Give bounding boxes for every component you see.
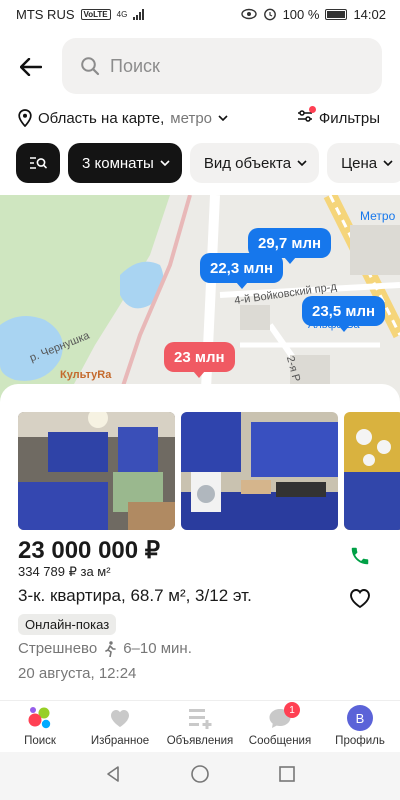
listing-photo[interactable] bbox=[18, 412, 175, 530]
chip-price[interactable]: Цена bbox=[327, 143, 400, 183]
metro-station: Стрешнево bbox=[18, 640, 98, 657]
nav-search[interactable]: Поиск bbox=[0, 705, 80, 747]
nav-favorites[interactable]: Избранное bbox=[80, 705, 160, 747]
list-view-button[interactable] bbox=[16, 143, 60, 183]
phone-icon bbox=[351, 547, 369, 565]
filter-chips: 3 комнаты Вид объекта Цена bbox=[16, 143, 400, 183]
listing-title[interactable]: 3-к. квартира, 68.7 м², 3/12 эт. bbox=[18, 586, 252, 606]
listing-price-per-m2: 334 789 ₽ за м² bbox=[18, 564, 111, 579]
filters-button[interactable]: Фильтры bbox=[297, 106, 380, 127]
avatar: В bbox=[347, 705, 373, 731]
map-price-pin[interactable]: 23,5 млн bbox=[302, 296, 386, 332]
back-button[interactable] bbox=[14, 52, 48, 82]
listing-date: 20 августа, 12:24 bbox=[18, 665, 137, 682]
photo-carousel[interactable] bbox=[18, 412, 400, 530]
system-home-icon[interactable] bbox=[190, 764, 210, 789]
nav-listings[interactable]: Объявления bbox=[160, 705, 240, 747]
system-back-icon[interactable] bbox=[104, 765, 122, 788]
filters-icon bbox=[297, 106, 316, 127]
volte-badge: VoLTE bbox=[80, 8, 111, 20]
location-selector[interactable]: Область на карте, метро bbox=[18, 109, 228, 127]
chevron-down-icon bbox=[160, 160, 170, 166]
network-type: 4G bbox=[116, 9, 128, 19]
search-icon bbox=[81, 57, 100, 76]
walking-icon bbox=[105, 640, 117, 657]
search-box[interactable] bbox=[62, 38, 382, 94]
status-bar: MTS RUS VoLTE 4G 100 % 14:02 bbox=[0, 0, 400, 28]
list-search-icon bbox=[30, 157, 47, 169]
nav-profile-label: Профиль bbox=[335, 735, 385, 747]
search-header bbox=[0, 38, 400, 96]
chat-icon: 1 bbox=[266, 702, 300, 731]
battery-icon bbox=[325, 8, 348, 20]
map-metro-label: Метро bbox=[360, 209, 396, 223]
arrow-left-icon bbox=[20, 58, 42, 76]
listing-photo[interactable] bbox=[344, 412, 400, 530]
chevron-down-icon bbox=[383, 160, 393, 166]
add-listing-icon bbox=[186, 705, 214, 731]
nav-profile[interactable]: В Профиль bbox=[320, 705, 400, 747]
walk-time: 6–10 мин. bbox=[123, 640, 192, 657]
chip-object-type[interactable]: Вид объекта bbox=[189, 143, 320, 183]
call-button[interactable] bbox=[344, 540, 376, 572]
nav-favorites-label: Избранное bbox=[90, 735, 150, 747]
heart-icon bbox=[106, 705, 134, 731]
bottom-navigation: Поиск Избранное Объявления 1 Сообщения В… bbox=[0, 700, 400, 752]
chevron-down-icon bbox=[218, 115, 228, 121]
map-price-pin[interactable]: 22,3 млн bbox=[200, 253, 284, 289]
messages-badge: 1 bbox=[284, 702, 300, 718]
nav-listings-label: Объявления bbox=[166, 735, 234, 747]
eye-icon bbox=[240, 8, 257, 20]
chip-rooms-label: 3 комнаты bbox=[82, 154, 154, 172]
nav-messages[interactable]: 1 Сообщения bbox=[240, 702, 320, 747]
location-pin-icon bbox=[18, 109, 32, 127]
map-price-pin-selected[interactable]: 23 млн bbox=[164, 342, 235, 378]
map-view[interactable]: Метро 4-й Войковский пр-д р. Чернушка Ку… bbox=[0, 195, 400, 410]
chip-object-type-label: Вид объекта bbox=[203, 154, 292, 172]
location-label: Область на карте, bbox=[38, 109, 165, 127]
location-row: Область на карте, метро Фильтры bbox=[0, 104, 400, 132]
search-input[interactable] bbox=[110, 55, 350, 77]
nav-search-label: Поиск bbox=[24, 735, 56, 747]
avito-logo-icon bbox=[26, 705, 54, 731]
map-place-label: КультуRa bbox=[60, 369, 112, 381]
filters-active-dot bbox=[308, 106, 316, 113]
status-right: 100 % 14:02 bbox=[240, 6, 386, 22]
system-recents-icon[interactable] bbox=[278, 765, 296, 788]
listing-photo[interactable] bbox=[181, 412, 338, 530]
carrier-name: MTS RUS bbox=[16, 6, 75, 22]
favorite-button[interactable] bbox=[344, 582, 376, 614]
chip-price-label: Цена bbox=[341, 154, 378, 172]
signal-icon bbox=[133, 8, 145, 20]
online-viewing-badge: Онлайн-показ bbox=[18, 614, 117, 635]
alarm-icon bbox=[263, 8, 276, 21]
heart-icon bbox=[350, 589, 370, 609]
profile-avatar-wrap: В bbox=[346, 705, 374, 731]
nav-messages-label: Сообщения bbox=[248, 735, 312, 747]
listing-card[interactable]: 23 000 000 ₽ 334 789 ₽ за м² 3-к. кварти… bbox=[0, 384, 400, 700]
battery-percent: 100 % bbox=[282, 6, 320, 22]
status-left: MTS RUS VoLTE 4G bbox=[16, 6, 145, 22]
listing-metro: Стрешнево 6–10 мин. bbox=[18, 640, 192, 657]
filters-label: Фильтры bbox=[318, 109, 380, 127]
clock: 14:02 bbox=[353, 6, 386, 22]
chip-rooms[interactable]: 3 комнаты bbox=[68, 143, 182, 183]
chevron-down-icon bbox=[297, 160, 307, 166]
location-metro: метро bbox=[170, 109, 213, 127]
listing-price: 23 000 000 ₽ bbox=[18, 537, 161, 564]
system-navigation-bar bbox=[0, 752, 400, 800]
